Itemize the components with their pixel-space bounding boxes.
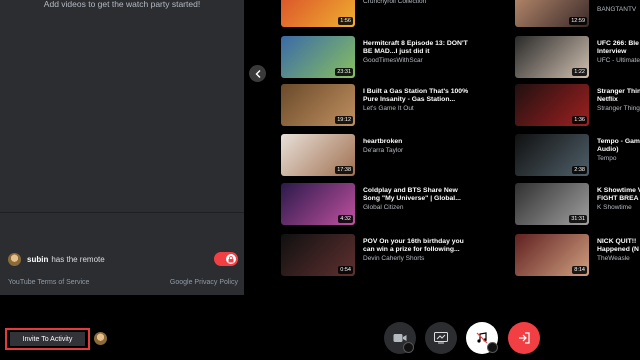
video-duration: 0:54 xyxy=(338,266,353,274)
video-thumbnail[interactable]: 1:22 xyxy=(515,36,589,78)
footer-links: YouTube Terms of Service Google Privacy … xyxy=(8,279,238,286)
video-title[interactable]: Hermitcraft 8 Episode 13: DON'T BE MAD..… xyxy=(363,40,475,56)
video-item[interactable]: 1:56Boruto: Naruto Next GenerationsCrunc… xyxy=(281,0,541,33)
video-duration: 4:32 xyxy=(338,215,353,223)
video-duration: 1:22 xyxy=(572,68,587,76)
video-item[interactable]: 4:32 Coldplay and BTS Share New Song "My … xyxy=(281,183,541,231)
video-title[interactable]: NICK QUIT!! Happened (N xyxy=(597,238,640,254)
video-channel: Global Citizen xyxy=(363,204,404,211)
empty-queue-message: Add videos to get the watch party starte… xyxy=(43,0,201,9)
video-item[interactable]: 17:38heartbrokenDe'arra Taylor+ xyxy=(281,134,541,182)
divider xyxy=(0,212,244,213)
video-item[interactable]: 0:54 POV On your 16th birthday you can wi… xyxy=(281,234,541,282)
avatar xyxy=(8,252,21,266)
music-muted-icon xyxy=(476,332,488,344)
bottom-bar xyxy=(0,295,640,360)
video-thumbnail[interactable]: 1:56 xyxy=(281,0,355,27)
audio-options-chevron-icon[interactable] xyxy=(487,342,498,353)
lock-icon xyxy=(226,254,236,264)
camera-icon xyxy=(393,334,407,342)
video-duration: 1:36 xyxy=(572,116,587,124)
video-thumbnail[interactable]: 0:54 xyxy=(281,234,355,276)
video-item[interactable]: 19:12 I Built a Gas Station That's 100% P… xyxy=(281,84,541,132)
video-thumbnail[interactable]: 4:32 xyxy=(281,183,355,225)
video-channel: Crunchyroll Collection xyxy=(363,0,427,5)
screen-share-button[interactable] xyxy=(425,322,457,354)
video-browser: 1:56Boruto: Naruto Next GenerationsCrunc… xyxy=(244,0,640,295)
video-item[interactable]: 2:38 Tempo - Gam Audio) Tempo xyxy=(515,134,640,182)
video-title[interactable]: UFC 266: Ble Interview xyxy=(597,40,640,56)
video-channel: Tempo xyxy=(597,155,617,162)
leave-activity-button[interactable] xyxy=(508,322,540,354)
video-channel: UFC - Ultimate xyxy=(597,57,640,64)
video-thumbnail[interactable]: 2:38 xyxy=(515,134,589,176)
scroll-left-button[interactable] xyxy=(249,65,266,82)
video-channel: Let's Game It Out xyxy=(363,105,414,112)
video-duration: 2:38 xyxy=(572,166,587,174)
video-channel: Devin Caherly Shorts xyxy=(363,255,425,262)
video-duration: 19:12 xyxy=(335,116,353,124)
youtube-terms-link[interactable]: YouTube Terms of Service xyxy=(8,279,89,286)
video-channel: BANGTANTV xyxy=(597,6,637,13)
video-duration: 12:59 xyxy=(569,17,587,25)
video-thumbnail[interactable]: 1:36 xyxy=(515,84,589,126)
invite-label: Invite To Activity xyxy=(10,332,85,346)
remote-status-row: subin has the remote xyxy=(8,250,238,268)
remote-status-text: has the remote xyxy=(51,254,105,264)
screen-share-icon xyxy=(434,332,448,344)
invite-to-activity-button[interactable]: Invite To Activity xyxy=(5,328,90,350)
watch-queue-panel: Add videos to get the watch party starte… xyxy=(0,0,244,295)
video-thumbnail[interactable]: 12:59 xyxy=(515,0,589,27)
video-title[interactable]: POV On your 16th birthday you can win a … xyxy=(363,238,475,254)
video-item[interactable]: 1:36 Stranger Thin Netflix Stranger Thing xyxy=(515,84,640,132)
video-title[interactable]: heartbroken xyxy=(363,138,475,146)
camera-options-chevron-icon[interactable] xyxy=(403,342,414,353)
video-thumbnail[interactable]: 23:31 xyxy=(281,36,355,78)
remote-lock-toggle[interactable] xyxy=(214,252,238,266)
video-channel: Stranger Thing xyxy=(597,105,640,112)
video-thumbnail[interactable]: 17:38 xyxy=(281,134,355,176)
video-title[interactable]: I Built a Gas Station That's 100% Pure I… xyxy=(363,88,475,104)
exit-icon xyxy=(519,332,530,344)
video-item[interactable]: 8:14 NICK QUIT!! Happened (N TheWeasle xyxy=(515,234,640,282)
remote-user-name: subin xyxy=(27,254,49,264)
video-duration: 1:56 xyxy=(338,17,353,25)
video-thumbnail[interactable]: 31:31 xyxy=(515,183,589,225)
video-duration: 31:31 xyxy=(569,215,587,223)
video-thumbnail[interactable]: 19:12 xyxy=(281,84,355,126)
video-item[interactable]: 12:59Universe' DoBANGTANTV xyxy=(515,0,640,33)
participant-avatar[interactable] xyxy=(94,332,107,345)
video-duration: 8:14 xyxy=(572,266,587,274)
video-channel: K Showtime xyxy=(597,204,632,211)
video-item[interactable]: 23:31 Hermitcraft 8 Episode 13: DON'T BE … xyxy=(281,36,541,84)
video-channel: De'arra Taylor xyxy=(363,147,404,154)
video-thumbnail[interactable]: 8:14 xyxy=(515,234,589,276)
video-channel: TheWeasle xyxy=(597,255,630,262)
video-channel: GoodTimesWithScar xyxy=(363,57,423,64)
video-title[interactable]: Coldplay and BTS Share New Song "My Univ… xyxy=(363,187,475,203)
chevron-left-icon xyxy=(255,69,260,78)
google-privacy-link[interactable]: Google Privacy Policy xyxy=(170,279,238,286)
video-item[interactable]: 31:31 K Showtime V FIGHT BREA K Showtime xyxy=(515,183,640,231)
video-duration: 23:31 xyxy=(335,68,353,76)
video-title[interactable]: K Showtime V FIGHT BREA xyxy=(597,187,640,203)
video-duration: 17:38 xyxy=(335,166,353,174)
video-title[interactable]: Tempo - Gam Audio) xyxy=(597,138,640,154)
video-title[interactable]: Stranger Thin Netflix xyxy=(597,88,640,104)
video-item[interactable]: 1:22 UFC 266: Ble Interview UFC - Ultimate xyxy=(515,36,640,84)
